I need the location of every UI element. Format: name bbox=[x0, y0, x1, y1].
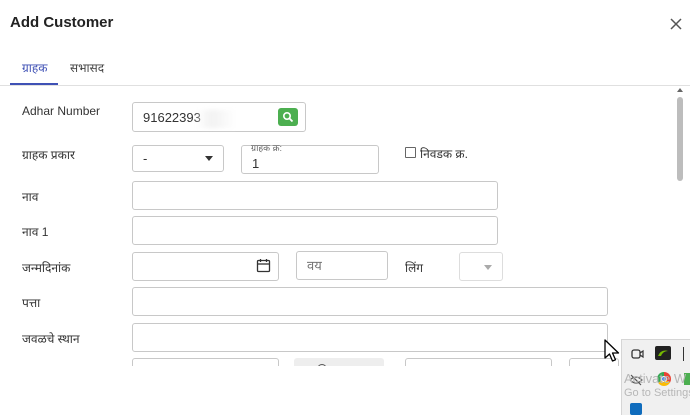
dialog-title: Add Customer bbox=[10, 14, 114, 31]
scrollbar-thumb[interactable] bbox=[677, 97, 683, 181]
name-field[interactable] bbox=[132, 181, 498, 210]
name1-label: नाव 1 bbox=[22, 225, 49, 239]
meet-now-icon[interactable] bbox=[630, 347, 644, 366]
search-icon bbox=[282, 111, 294, 123]
nvidia-icon[interactable] bbox=[655, 346, 671, 360]
dob-label: जन्मदिनांक bbox=[22, 261, 71, 275]
gender-select[interactable] bbox=[459, 252, 503, 281]
close-icon[interactable] bbox=[666, 14, 686, 34]
gender-label: लिंग bbox=[405, 261, 424, 275]
select-number-checkbox[interactable] bbox=[405, 147, 416, 158]
tabs-divider bbox=[0, 85, 690, 86]
chevron-down-icon bbox=[205, 156, 213, 161]
customer-type-label: ग्राहक प्रकार bbox=[22, 148, 75, 162]
nearby-place-field[interactable] bbox=[132, 323, 608, 352]
name1-field[interactable] bbox=[132, 216, 498, 245]
customer-number-label: ग्राहक क्र: bbox=[251, 143, 283, 153]
customer-type-value: - bbox=[143, 151, 148, 166]
age-field[interactable] bbox=[296, 251, 388, 280]
address-label: पत्ता bbox=[22, 296, 41, 310]
activation-watermark-subtitle: Go to Settings bbox=[624, 387, 690, 399]
select-number-label: निवडक क्र. bbox=[420, 147, 468, 161]
adhar-number-label: Adhar Number bbox=[22, 104, 101, 118]
gender-chevron-icon bbox=[484, 265, 492, 270]
age-input[interactable] bbox=[297, 252, 387, 279]
search-button[interactable] bbox=[278, 108, 298, 126]
nearby-place-label: जवळचे स्थान bbox=[22, 332, 80, 346]
tray-icon-partial[interactable] bbox=[683, 347, 690, 361]
nearby-place-input[interactable] bbox=[133, 324, 607, 351]
calendar-icon[interactable] bbox=[256, 258, 271, 278]
footer-area bbox=[0, 366, 621, 415]
tab-customer[interactable]: ग्राहक bbox=[22, 59, 47, 76]
scroll-up-arrow-icon[interactable] bbox=[677, 88, 683, 92]
address-field[interactable] bbox=[132, 287, 608, 316]
redaction-blur bbox=[196, 110, 236, 128]
name1-input[interactable] bbox=[133, 217, 497, 244]
name-label: नाव bbox=[22, 190, 39, 204]
address-input[interactable] bbox=[133, 288, 607, 315]
tab-member[interactable]: सभासद bbox=[70, 59, 104, 76]
mouse-cursor-icon bbox=[603, 339, 621, 368]
outlook-icon[interactable] bbox=[630, 403, 642, 415]
name-input[interactable] bbox=[133, 182, 497, 209]
activation-watermark-title: Activate W bbox=[624, 371, 687, 386]
